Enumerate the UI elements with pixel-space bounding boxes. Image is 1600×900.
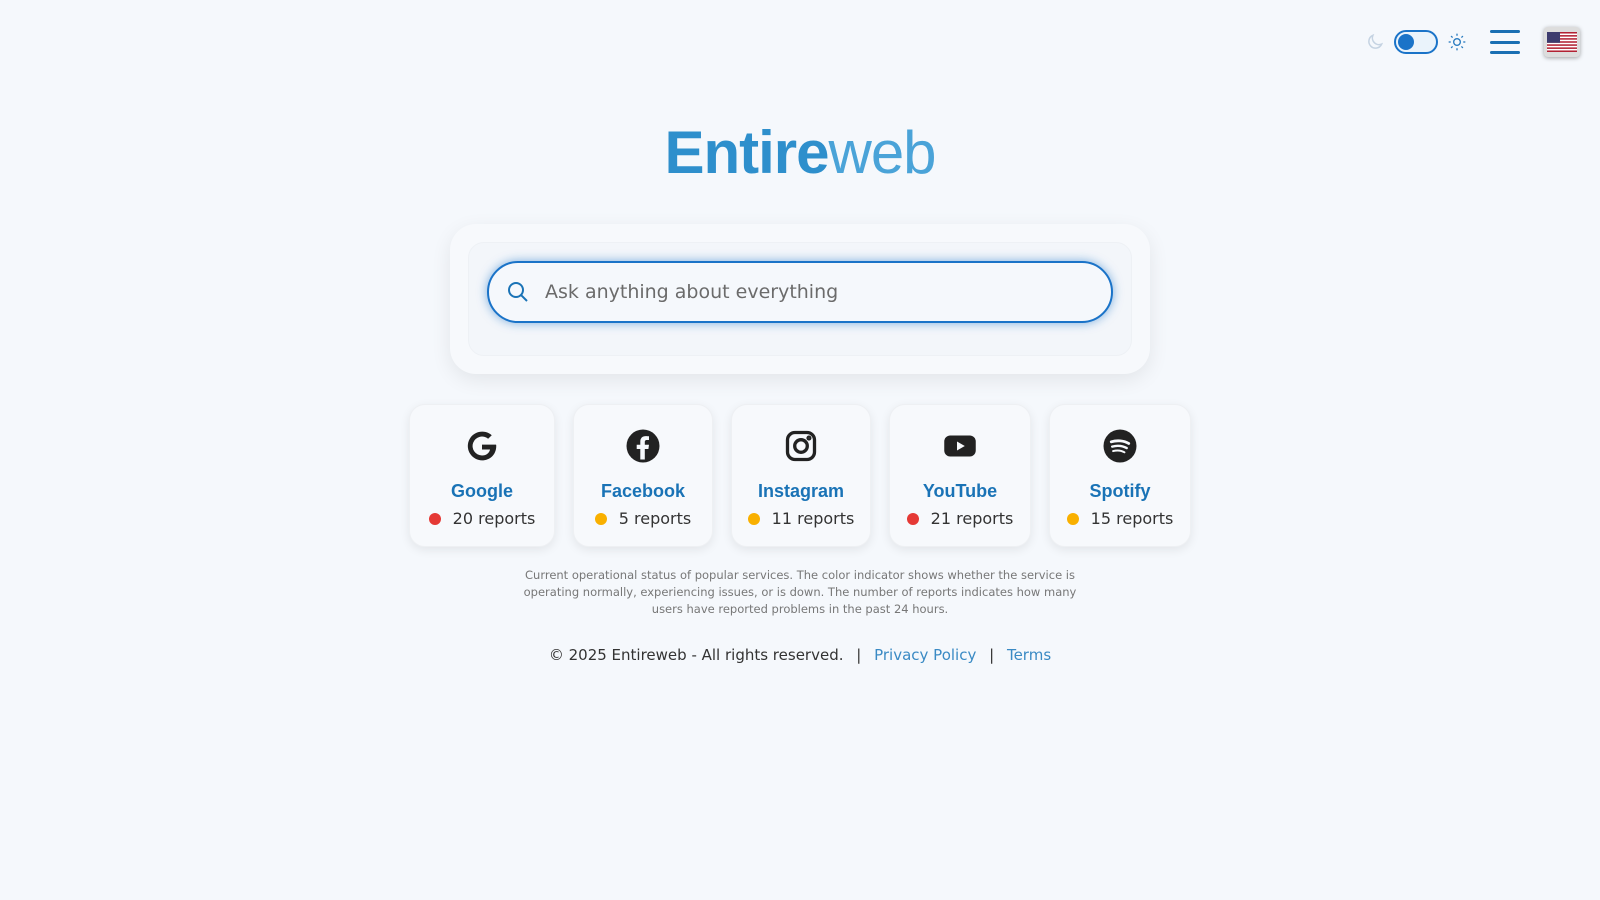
report-count: 11 reports: [771, 509, 855, 528]
status-dot: [428, 512, 441, 525]
service-card-google[interactable]: Google 20 reports: [409, 404, 555, 547]
footer: © 2025 Entireweb - All rights reserved. …: [0, 646, 1600, 664]
menu-line: [1490, 40, 1520, 44]
service-card-instagram[interactable]: Instagram 11 reports: [731, 404, 871, 547]
instagram-icon: [732, 427, 870, 465]
google-icon: [410, 427, 554, 465]
spotify-icon: [1050, 427, 1190, 465]
service-name: Spotify: [1089, 481, 1151, 501]
service-name: Google: [451, 481, 513, 501]
logo-part-light: web: [828, 119, 936, 186]
status-dot: [1066, 512, 1079, 525]
search-input[interactable]: [545, 281, 1085, 303]
status-dot: [747, 512, 760, 525]
top-bar: [1364, 24, 1580, 60]
service-reports: 15 reports: [1050, 509, 1190, 528]
theme-toggle-knob: [1398, 34, 1414, 50]
report-count: 21 reports: [930, 509, 1014, 528]
service-card-youtube[interactable]: YouTube 21 reports: [889, 404, 1031, 547]
hamburger-menu-icon[interactable]: [1490, 28, 1520, 56]
search-box[interactable]: [487, 261, 1113, 323]
report-count: 20 reports: [452, 509, 536, 528]
search-icon: [505, 279, 531, 305]
service-name: Facebook: [600, 481, 686, 501]
copyright: © 2025 Entireweb - All rights reserved.: [548, 646, 844, 664]
moon-icon: [1364, 31, 1386, 53]
status-note: Current operational status of popular se…: [523, 568, 1077, 616]
youtube-icon: [890, 427, 1030, 465]
report-count: 5 reports: [618, 509, 692, 528]
terms-link[interactable]: Terms: [1007, 646, 1051, 664]
footer-separator: |: [989, 646, 995, 664]
service-card-spotify[interactable]: Spotify 15 reports: [1049, 404, 1191, 547]
service-status-list: Google 20 reports Facebook 5 reports Ins…: [409, 404, 1191, 549]
us-flag-icon[interactable]: [1544, 27, 1580, 57]
facebook-icon: [574, 427, 712, 465]
service-card-facebook[interactable]: Facebook 5 reports: [573, 404, 713, 547]
status-dot: [594, 512, 607, 525]
status-dot: [906, 512, 919, 525]
search-card: [450, 224, 1150, 374]
service-reports: 11 reports: [732, 509, 870, 528]
site-logo[interactable]: Entireweb: [0, 118, 1600, 188]
menu-line: [1490, 30, 1520, 33]
privacy-policy-link[interactable]: Privacy Policy: [874, 646, 976, 664]
service-reports: 20 reports: [410, 509, 554, 528]
report-count: 15 reports: [1090, 509, 1174, 528]
footer-separator: |: [856, 646, 862, 664]
service-reports: 21 reports: [890, 509, 1030, 528]
service-name: YouTube: [922, 481, 998, 501]
sun-icon: [1446, 31, 1468, 53]
theme-toggle[interactable]: [1394, 30, 1438, 54]
service-name: Instagram: [757, 481, 845, 501]
logo-part-bold: Entire: [664, 119, 829, 186]
menu-line: [1490, 51, 1520, 54]
service-reports: 5 reports: [574, 509, 712, 528]
